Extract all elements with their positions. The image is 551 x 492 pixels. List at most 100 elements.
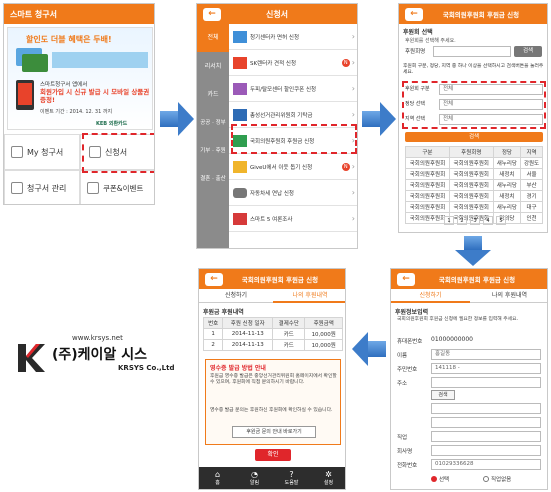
category-donation[interactable]: 기부 · 후원 <box>197 138 229 164</box>
back-arrow-icon[interactable]: ← <box>205 272 223 286</box>
list-item[interactable]: 자동차세 연납 신청 › <box>229 180 357 206</box>
header-bar: 스마트 청구서 <box>4 4 154 24</box>
search-button[interactable]: 검색 <box>514 46 542 57</box>
item-logo-icon <box>233 212 247 225</box>
nav-help[interactable]: ? 도움말 <box>273 467 310 489</box>
bill-icon <box>11 146 23 158</box>
brand-logo: www.krsys.net (주)케이알 시스 KRSYS Co.,Ltd <box>10 334 190 394</box>
back-arrow-icon[interactable]: ← <box>203 7 221 21</box>
nav-settings[interactable]: ✲ 설정 <box>310 467 345 489</box>
table-row[interactable]: 1 2014-11-13 카드 10,000원 <box>202 328 343 340</box>
field-label-job: 직업 <box>397 435 408 441</box>
rrn-input[interactable]: 141118 - <box>431 363 541 374</box>
company-input[interactable] <box>431 445 541 456</box>
page-3[interactable]: 3 <box>470 216 480 225</box>
section-desc: 국회의원후원회 후원금 신청에 필요한 정보를 입력해 주세요. <box>397 317 519 322</box>
item-logo-icon <box>233 82 247 95</box>
banner-sub1: 스마트청구서 앱에서 <box>40 82 88 88</box>
brand-mark-icon <box>18 344 45 372</box>
chevron-right-icon: › <box>351 110 355 119</box>
field-label-name: 이름 <box>397 353 408 359</box>
section-title: 후원회 선택 <box>403 29 433 36</box>
radio-select[interactable]: 선택 <box>431 475 449 483</box>
search-big-button[interactable]: 검색 <box>405 132 543 142</box>
menu-bill-manage[interactable]: 청구서 관리 <box>4 170 80 204</box>
banner-bank: KEB 외환카드 <box>96 121 128 127</box>
notice-text-2: 영수증 발급 문의는 후원하신 후원회에 확인하실 수 있습니다. <box>210 408 333 413</box>
page-2[interactable]: 2 <box>457 216 467 225</box>
table-row[interactable]: 국회의원후원회 국회의원후원회 새누리당 강원도 <box>405 157 543 169</box>
screen-donation-search: ← 국회의원후원회 후원금 신청 후원회 선택 후원회를 선택해 주세요. 후원… <box>398 3 548 233</box>
category-wedding[interactable]: 결혼 · 출산 <box>197 166 229 192</box>
chevron-right-icon: › <box>351 214 355 223</box>
new-badge: N <box>341 58 350 67</box>
name-input[interactable]: 홍길동 <box>431 349 541 360</box>
screen-donation-form: ← 국회의원후원회 후원금 신청 신청하기 나의 후원내역 후원정보입력 국회의… <box>390 268 548 490</box>
history-table: 번호 후원 신청 일자 결제수단 후원금액 1 2014-11-13 카드 10,00… <box>202 317 343 351</box>
coupon-icon <box>87 182 99 194</box>
header-bar: ← 국회의원후원회 후원금 신청 <box>391 269 547 289</box>
job-input[interactable] <box>431 431 541 442</box>
brand-sub: KRSYS Co.,Ltd <box>118 364 175 372</box>
table-row[interactable]: 2 2014-11-13 카드 10,000원 <box>202 339 343 351</box>
header-bar: ← 신청서 <box>197 4 357 24</box>
radio-no-job[interactable]: 직업없음 <box>483 475 511 483</box>
nav-notice[interactable]: ◔ 알림 <box>236 467 273 489</box>
page-4[interactable]: 4 <box>483 216 493 225</box>
menu-my-bill[interactable]: My 청구서 <box>4 134 80 170</box>
flow-arrow-left <box>352 332 386 366</box>
brand-url: www.krsys.net <box>72 334 123 342</box>
table-row[interactable]: 국회의원후원회 국회의원후원회 새정치 서울 <box>405 168 543 180</box>
promo-banner[interactable]: 할인도 더블 혜택은 두배! 스마트청구서 앱에서 회원가입 시 신규 발급 시… <box>7 27 153 130</box>
table-row[interactable]: 국회의원후원회 국회의원후원회 새누리당 대구 <box>405 201 543 213</box>
item-logo-icon <box>233 56 247 69</box>
confirm-button[interactable]: 확인 <box>255 449 291 461</box>
category-card[interactable]: 카드 <box>197 82 229 108</box>
category-all[interactable]: 전체 <box>197 24 229 52</box>
screen-application-list: ← 신청서 전체 리서치 카드 공공 · 정부 기부 · 후원 결혼 · 출산 … <box>196 3 358 249</box>
table-row[interactable]: 국회의원후원회 국회의원후원회 새정치 경기 <box>405 190 543 202</box>
notice-box: 영수증 발급 방법 안내 후원금 영수증 발급은 중앙선거관리위원회 홈페이지에… <box>205 359 341 445</box>
tab-my-history[interactable]: 나의 후원내역 <box>470 289 547 303</box>
back-arrow-icon[interactable]: ← <box>405 7 423 21</box>
tel-input[interactable]: 01029336628 <box>431 459 541 470</box>
home-icon: ⌂ <box>214 470 221 479</box>
list-item[interactable]: 스마트 5 여론조사 › <box>229 206 357 232</box>
field-label-rrn: 주민번호 <box>397 367 418 373</box>
page-1[interactable]: 1 <box>444 216 454 225</box>
nav-home[interactable]: ⌂ 홈 <box>199 467 236 489</box>
page-5[interactable]: 5 <box>496 216 506 225</box>
address-search-button[interactable]: 검색 <box>431 390 455 400</box>
list-item[interactable]: 청기센터카 면허 신청 › <box>229 24 357 50</box>
category-research[interactable]: 리서치 <box>197 54 229 80</box>
item-logo-icon <box>233 108 247 121</box>
address-input-3[interactable] <box>431 417 541 428</box>
list-item[interactable]: 두피/탈모센터 할인쿠폰 신청 › <box>229 76 357 102</box>
field-label-address: 주소 <box>397 381 408 387</box>
item-logo-icon <box>233 30 247 43</box>
address-input-2[interactable] <box>431 403 541 414</box>
tab-apply[interactable]: 신청하기 <box>199 289 273 303</box>
brand-name: (주)케이알 시스 <box>52 347 147 363</box>
help-icon: ? <box>289 470 294 479</box>
table-row[interactable]: 국회의원후원회 국회의원후원회 새누리당 부산 <box>405 179 543 191</box>
app-title: 스마트 청구서 <box>10 9 57 19</box>
chevron-right-icon: › <box>351 32 355 41</box>
back-arrow-icon[interactable]: ← <box>397 272 415 286</box>
manage-icon <box>11 182 23 194</box>
screen-main-menu: 스마트 청구서 할인도 더블 혜택은 두배! 스마트청구서 앱에서 회원가입 시… <box>3 3 155 205</box>
address-input-1[interactable] <box>431 377 541 388</box>
list-item[interactable]: GiveU에서 이웃 돕기 신청 N › <box>229 154 357 180</box>
field-value-phone: 01000000000 <box>431 336 473 343</box>
menu-coupon-event[interactable]: 쿠폰&이벤트 <box>80 170 154 204</box>
tab-apply[interactable]: 신청하기 <box>391 289 470 303</box>
guide-button[interactable]: 후원금 문의 안내 바로가기 <box>232 426 316 438</box>
tab-my-history[interactable]: 나의 후원내역 <box>273 289 345 303</box>
category-public[interactable]: 공공 · 정부 <box>197 110 229 136</box>
list-item[interactable]: SK렌터카 견적 신청 N › <box>229 50 357 76</box>
highlight-filters <box>402 81 546 129</box>
name-input[interactable] <box>433 46 511 57</box>
section-desc: 후원회를 선택해 주세요. <box>405 38 456 44</box>
field-label-company: 회사명 <box>397 449 413 455</box>
category-sidebar: 전체 리서치 카드 공공 · 정부 기부 · 후원 결혼 · 출산 <box>197 24 229 248</box>
